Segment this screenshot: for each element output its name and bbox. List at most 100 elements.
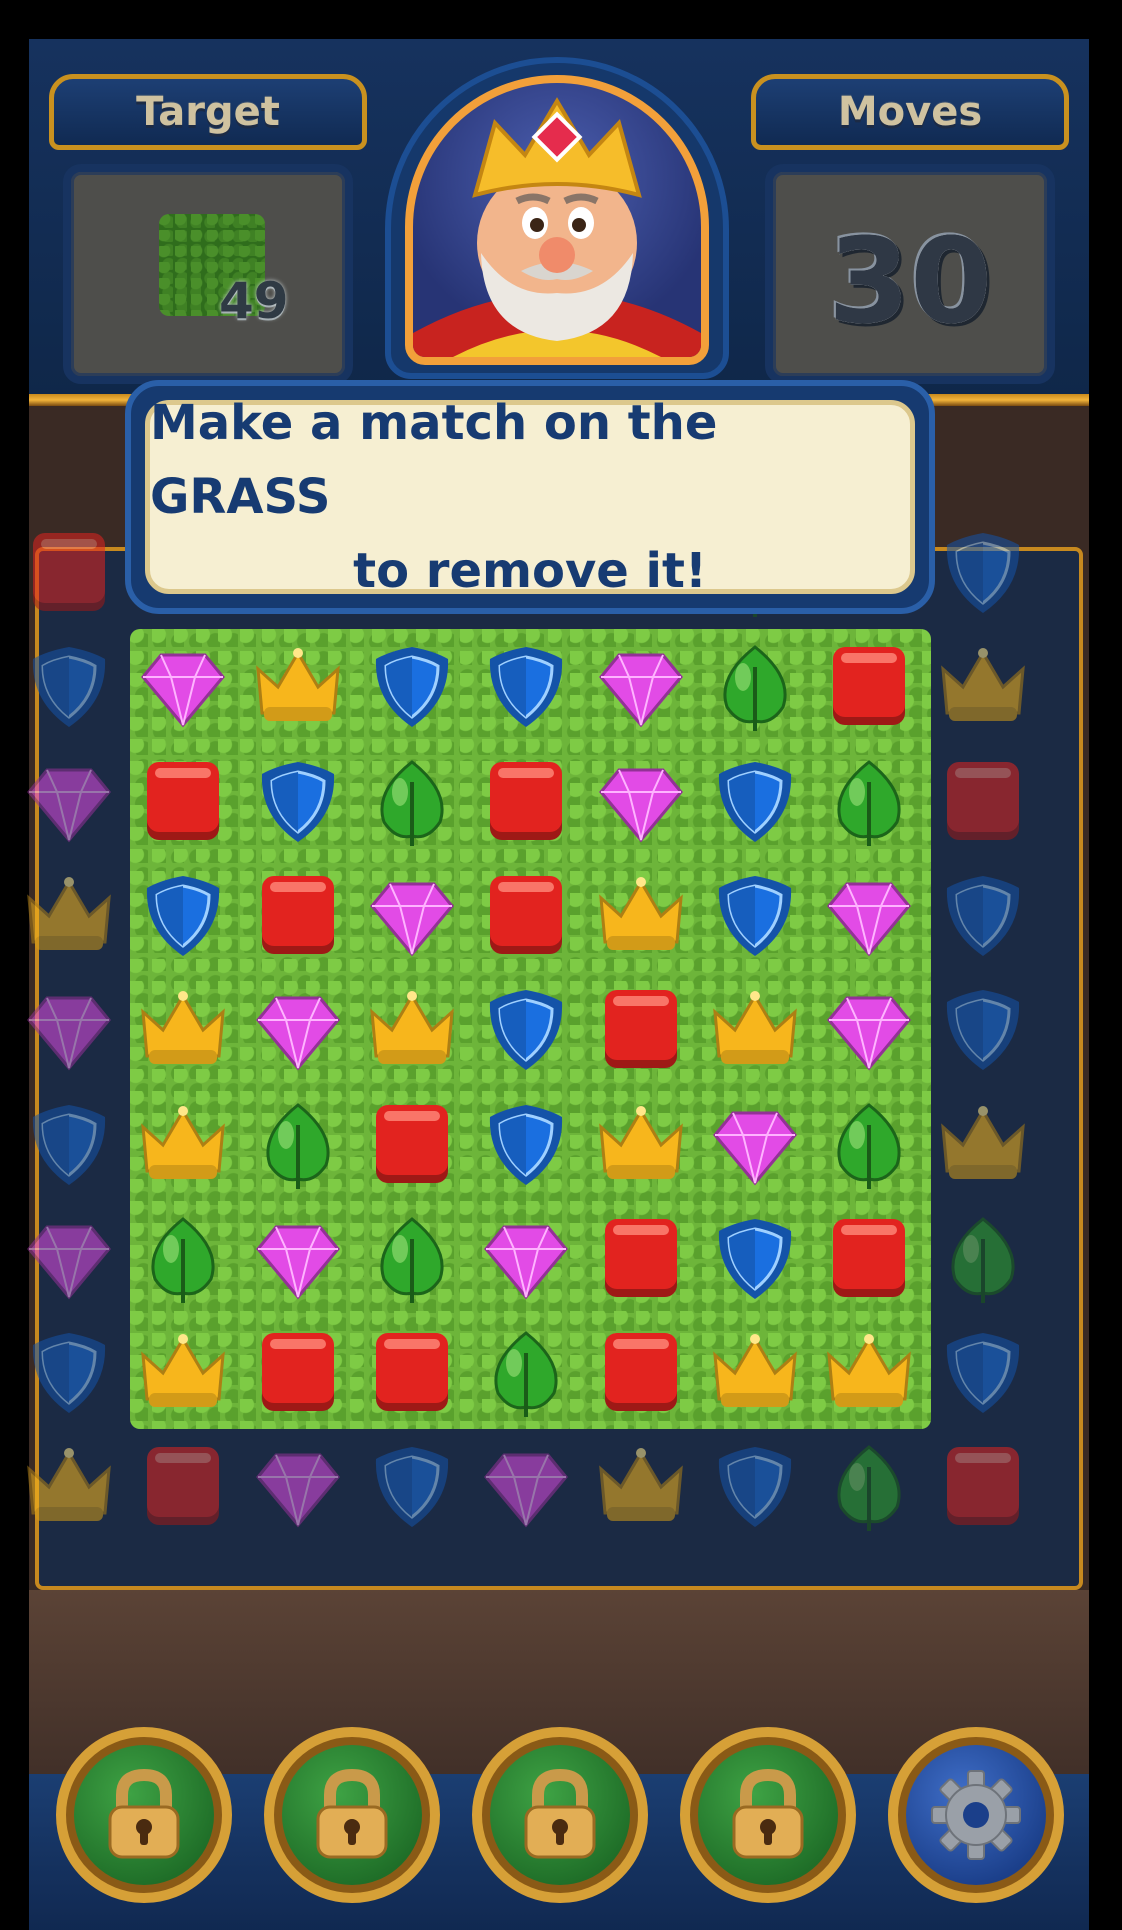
lock-icon	[482, 1737, 638, 1893]
blue-shield-tile[interactable]	[241, 745, 355, 859]
pink-gem-tile[interactable]	[12, 973, 126, 1087]
pink-gem-tile[interactable]	[355, 859, 469, 973]
moves-box: 30	[765, 164, 1055, 384]
target-box: 49	[63, 164, 353, 384]
blue-shield-tile[interactable]	[355, 630, 469, 744]
locked-booster-2-button[interactable]	[264, 1727, 440, 1903]
yellow-crown-tile[interactable]	[812, 1316, 926, 1430]
red-box-tile[interactable]	[241, 1316, 355, 1430]
blue-shield-tile[interactable]	[698, 1202, 812, 1316]
red-box-tile[interactable]	[355, 1316, 469, 1430]
yellow-crown-tile[interactable]	[926, 630, 1040, 744]
blue-shield-tile[interactable]	[12, 630, 126, 744]
green-leaf-tile[interactable]	[926, 1202, 1040, 1316]
blue-shield-tile[interactable]	[469, 1088, 583, 1202]
hint-line-1: Make a match on the GRASS	[150, 395, 718, 525]
blue-shield-tile[interactable]	[698, 859, 812, 973]
target-label: Target	[136, 89, 280, 135]
blue-shield-tile[interactable]	[698, 1430, 812, 1544]
green-leaf-tile[interactable]	[355, 1202, 469, 1316]
yellow-crown-tile[interactable]	[584, 1430, 698, 1544]
green-leaf-tile[interactable]	[698, 630, 812, 744]
green-leaf-tile[interactable]	[469, 1316, 583, 1430]
yellow-crown-tile[interactable]	[698, 973, 812, 1087]
yellow-crown-tile[interactable]	[126, 1316, 240, 1430]
blue-shield-tile[interactable]	[12, 1316, 126, 1430]
green-leaf-tile[interactable]	[126, 1202, 240, 1316]
red-box-tile[interactable]	[926, 1430, 1040, 1544]
gear-icon	[898, 1737, 1054, 1893]
blue-shield-tile[interactable]	[698, 745, 812, 859]
locked-booster-1-button[interactable]	[56, 1727, 232, 1903]
king-portrait-frame	[385, 57, 729, 379]
settings-button[interactable]	[888, 1727, 1064, 1903]
hint-tooltip: Make a match on the GRASS to remove it!	[125, 380, 935, 614]
yellow-crown-tile[interactable]	[241, 630, 355, 744]
pink-gem-tile[interactable]	[241, 973, 355, 1087]
pink-gem-tile[interactable]	[12, 745, 126, 859]
blue-shield-tile[interactable]	[469, 630, 583, 744]
yellow-crown-tile[interactable]	[584, 1088, 698, 1202]
green-leaf-tile[interactable]	[812, 1430, 926, 1544]
yellow-crown-tile[interactable]	[584, 859, 698, 973]
blue-shield-tile[interactable]	[926, 973, 1040, 1087]
pink-gem-tile[interactable]	[584, 630, 698, 744]
green-leaf-tile[interactable]	[812, 1088, 926, 1202]
target-caption: Target	[49, 74, 367, 150]
red-box-tile[interactable]	[584, 973, 698, 1087]
red-box-tile[interactable]	[469, 859, 583, 973]
game-board[interactable]	[12, 516, 1048, 1544]
red-box-tile[interactable]	[584, 1316, 698, 1430]
pink-gem-tile[interactable]	[812, 973, 926, 1087]
king-portrait	[405, 75, 709, 365]
blue-shield-tile[interactable]	[926, 859, 1040, 973]
green-leaf-tile[interactable]	[241, 1088, 355, 1202]
red-box-tile[interactable]	[126, 745, 240, 859]
pink-gem-tile[interactable]	[812, 859, 926, 973]
green-leaf-tile[interactable]	[812, 745, 926, 859]
red-box-tile[interactable]	[12, 516, 126, 630]
pink-gem-tile[interactable]	[469, 1430, 583, 1544]
pink-gem-tile[interactable]	[469, 1202, 583, 1316]
pink-gem-tile[interactable]	[12, 1202, 126, 1316]
pink-gem-tile[interactable]	[698, 1088, 812, 1202]
red-box-tile[interactable]	[355, 1088, 469, 1202]
blue-shield-tile[interactable]	[126, 859, 240, 973]
moves-label: Moves	[837, 89, 983, 135]
blue-shield-tile[interactable]	[926, 516, 1040, 630]
king-avatar-icon	[413, 97, 701, 357]
yellow-crown-tile[interactable]	[926, 1088, 1040, 1202]
red-box-tile[interactable]	[584, 1202, 698, 1316]
hint-line-2: to remove it!	[353, 543, 707, 599]
red-box-tile[interactable]	[926, 745, 1040, 859]
green-leaf-tile[interactable]	[355, 745, 469, 859]
yellow-crown-tile[interactable]	[12, 859, 126, 973]
red-box-tile[interactable]	[241, 859, 355, 973]
yellow-crown-tile[interactable]	[12, 1430, 126, 1544]
blue-shield-tile[interactable]	[469, 973, 583, 1087]
blue-shield-tile[interactable]	[926, 1316, 1040, 1430]
pink-gem-tile[interactable]	[241, 1202, 355, 1316]
yellow-crown-tile[interactable]	[698, 1316, 812, 1430]
target-panel: Target 49	[49, 74, 367, 409]
red-box-tile[interactable]	[126, 1430, 240, 1544]
target-count: 49	[219, 272, 289, 330]
red-box-tile[interactable]	[812, 1202, 926, 1316]
locked-booster-4-button[interactable]	[680, 1727, 856, 1903]
lock-icon	[274, 1737, 430, 1893]
blue-shield-tile[interactable]	[12, 1088, 126, 1202]
yellow-crown-tile[interactable]	[126, 973, 240, 1087]
yellow-crown-tile[interactable]	[126, 1088, 240, 1202]
yellow-crown-tile[interactable]	[355, 973, 469, 1087]
lock-icon	[690, 1737, 846, 1893]
red-box-tile[interactable]	[812, 630, 926, 744]
pink-gem-tile[interactable]	[126, 630, 240, 744]
locked-booster-3-button[interactable]	[472, 1727, 648, 1903]
blue-shield-tile[interactable]	[355, 1430, 469, 1544]
pink-gem-tile[interactable]	[584, 745, 698, 859]
moves-caption: Moves	[751, 74, 1069, 150]
moves-value: 30	[827, 212, 993, 350]
red-box-tile[interactable]	[469, 745, 583, 859]
pink-gem-tile[interactable]	[241, 1430, 355, 1544]
lock-icon	[66, 1737, 222, 1893]
